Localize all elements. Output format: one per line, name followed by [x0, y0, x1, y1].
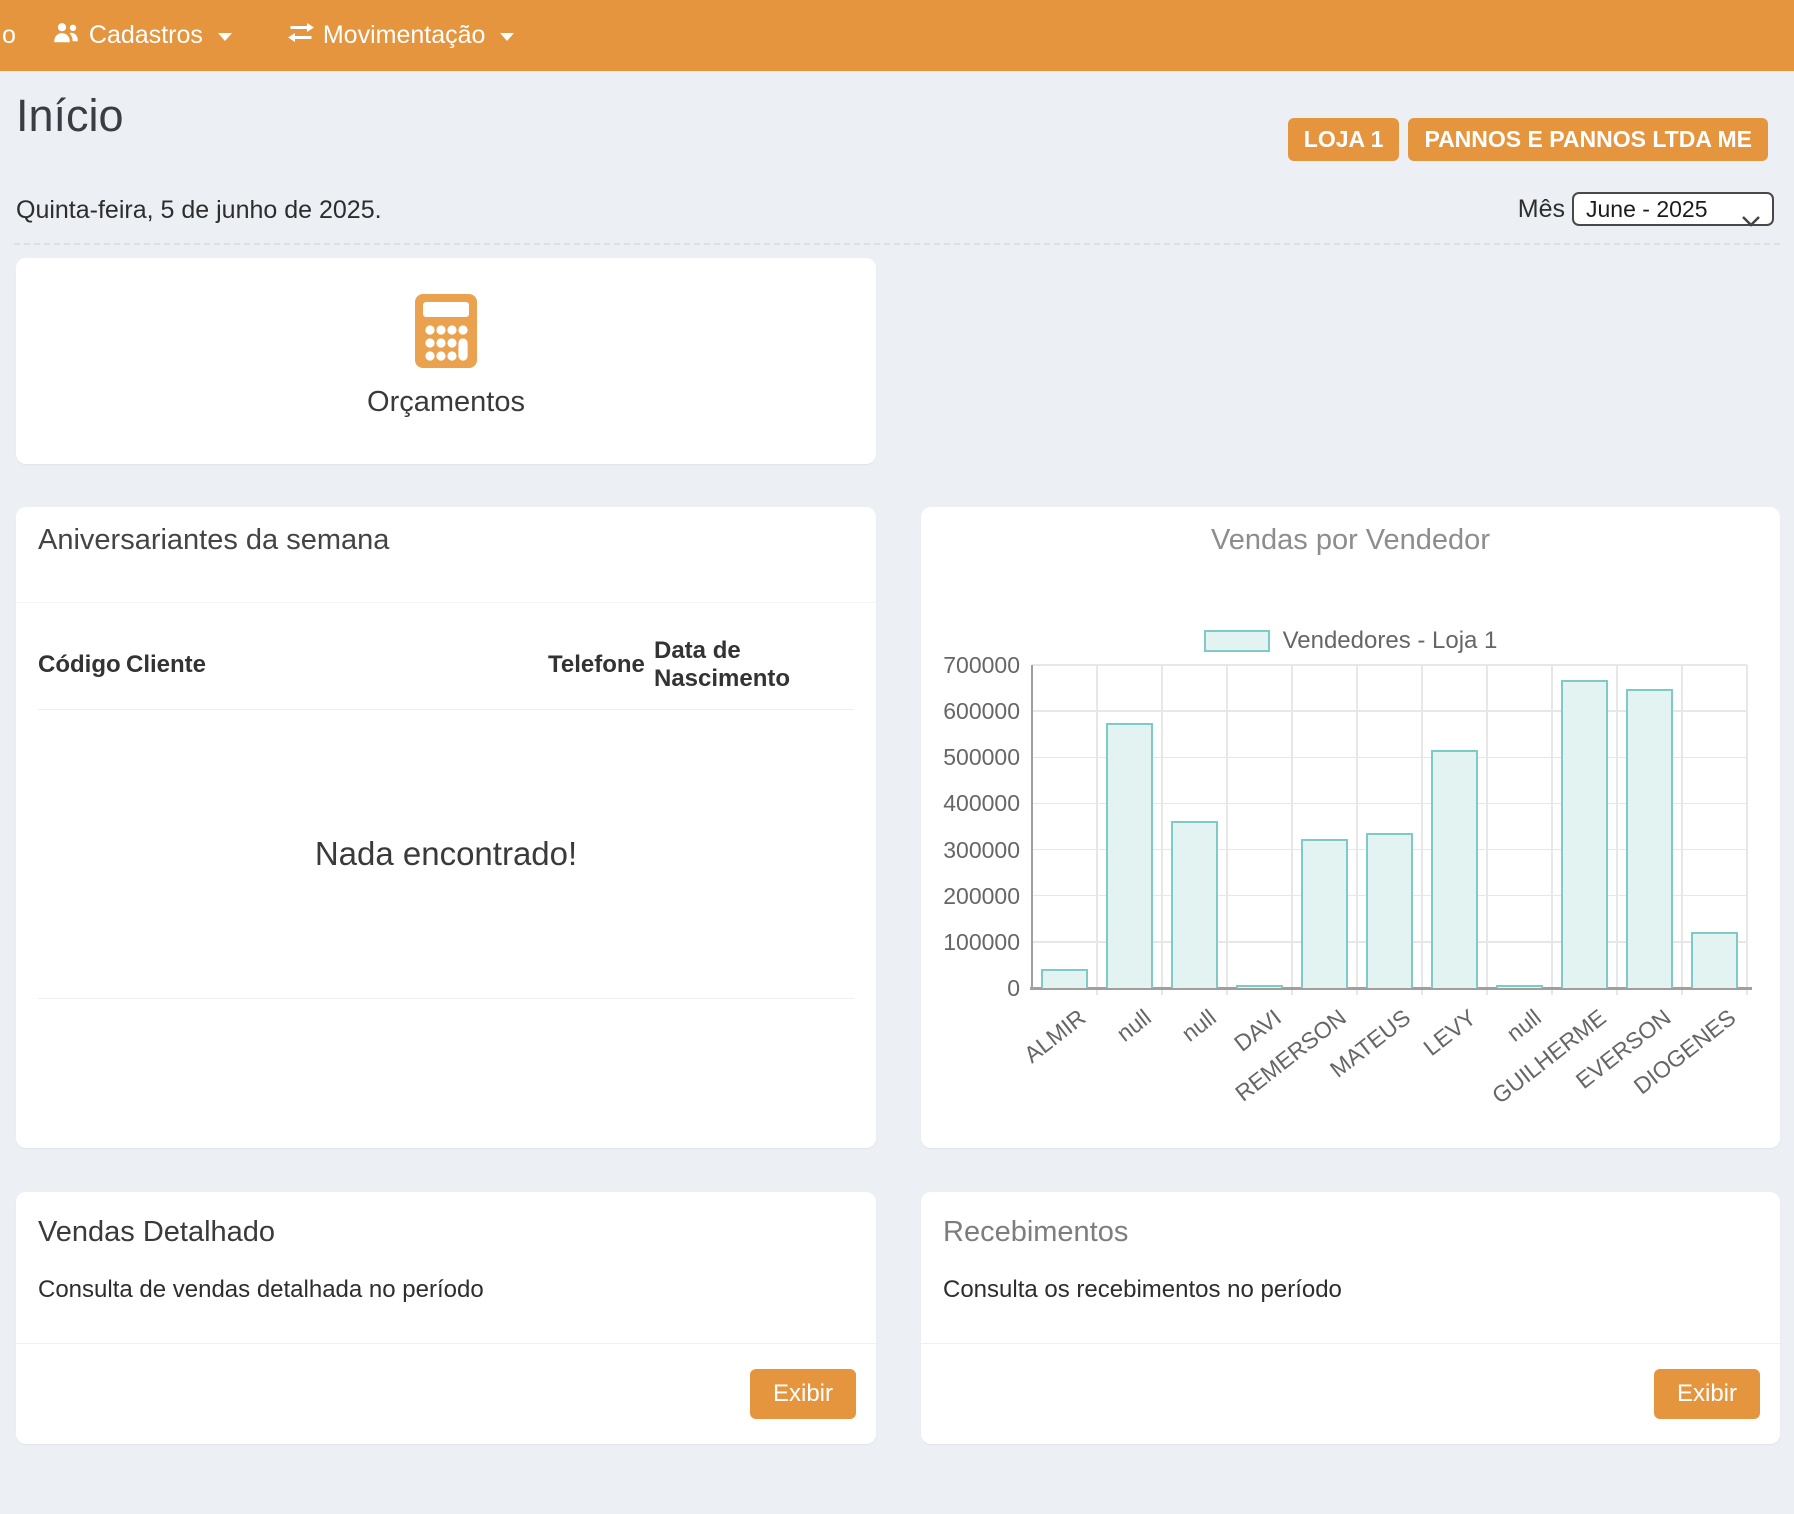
column-header-nascimento: Data de Nascimento — [654, 623, 854, 710]
chevron-down-icon — [218, 33, 232, 41]
exchange-icon — [288, 21, 314, 50]
legend-label: Vendedores - Loja 1 — [1283, 627, 1498, 655]
company-button[interactable]: PANNOS E PANNOS LTDA ME — [1408, 118, 1768, 161]
legend-swatch — [1204, 630, 1270, 652]
x-tick-label-1: null — [1111, 1004, 1156, 1047]
sales-chart-card: Vendas por Vendedor Vendedores - Loja 1 … — [921, 507, 1780, 1148]
y-tick-label: 700000 — [920, 652, 1020, 679]
column-header-codigo: Código — [38, 623, 126, 710]
month-select[interactable]: June - 2025 — [1572, 192, 1774, 226]
chevron-down-icon — [1742, 206, 1760, 233]
empty-row: Nada encontrado! — [38, 710, 854, 999]
nav-item-cadastros[interactable]: Cadastros — [52, 21, 232, 50]
month-label: Mês — [1518, 195, 1565, 224]
column-header-telefone: Telefone — [548, 623, 654, 710]
chart-legend[interactable]: Vendedores - Loja 1 — [921, 627, 1780, 655]
x-tick-label-6: LEVY — [1418, 1004, 1481, 1061]
bar-mateus-5 — [1366, 833, 1413, 988]
sales-detail-title: Vendas Detalhado — [16, 1192, 876, 1249]
x-tick-label-2: null — [1176, 1004, 1221, 1047]
sales-detail-description: Consulta de vendas detalhada no período — [16, 1249, 876, 1304]
nav-item-movimentacao[interactable]: Movimentação — [288, 21, 515, 50]
y-tick-label: 0 — [920, 975, 1020, 1002]
bar-chart-plot — [1032, 665, 1747, 988]
store-button-loja1[interactable]: LOJA 1 — [1288, 118, 1400, 161]
bar-null-2 — [1171, 821, 1218, 988]
bar-remerson-4 — [1301, 839, 1348, 988]
y-tick-label: 500000 — [920, 744, 1020, 771]
y-tick-label: 100000 — [920, 929, 1020, 956]
column-header-cliente: Cliente — [126, 623, 548, 710]
receipts-title: Recebimentos — [921, 1192, 1780, 1249]
y-tick-label: 400000 — [920, 790, 1020, 817]
top-navbar: o Cadastros Movimentação — [0, 0, 1794, 71]
bar-diogenes-10 — [1691, 932, 1738, 988]
birthdays-card-title: Aniversariantes da semana — [16, 507, 876, 603]
x-tick-label-7: null — [1501, 1004, 1546, 1047]
empty-message: Nada encontrado! — [38, 710, 854, 999]
receipts-description: Consulta os recebimentos no período — [921, 1249, 1780, 1304]
y-tick-label: 300000 — [920, 837, 1020, 864]
calculator-icon — [415, 294, 477, 373]
bar-everson-9 — [1626, 689, 1673, 988]
receipts-exibir-button[interactable]: Exibir — [1654, 1369, 1760, 1419]
x-tick-label-0: ALMIR — [1019, 1004, 1091, 1069]
orcamentos-label: Orçamentos — [367, 386, 525, 419]
dashed-separator — [14, 243, 1780, 245]
receipts-card: Recebimentos Consulta os recebimentos no… — [921, 1192, 1780, 1444]
chart-y-labels: 0100000200000300000400000500000600000700… — [920, 665, 1020, 988]
bar-null-1 — [1106, 723, 1153, 988]
y-tick-label: 600000 — [920, 698, 1020, 725]
nav-item-partial[interactable]: o — [2, 21, 16, 50]
bar-levy-6 — [1431, 750, 1478, 988]
nav-item-label: Cadastros — [89, 21, 203, 50]
chevron-down-icon — [500, 33, 514, 41]
page-title: Início — [16, 90, 124, 142]
month-control: Mês June - 2025 — [1518, 192, 1774, 226]
bar-chart: 0100000200000300000400000500000600000700… — [1032, 665, 1747, 988]
nav-item-label: Movimentação — [323, 21, 486, 50]
birthdays-table-header-row: Código Cliente Telefone Data de Nascimen… — [38, 623, 854, 710]
chart-title: Vendas por Vendedor — [921, 507, 1780, 557]
bar-guilherme-8 — [1561, 680, 1608, 988]
sales-exibir-button[interactable]: Exibir — [750, 1369, 856, 1419]
month-select-value: June - 2025 — [1586, 196, 1707, 223]
sales-detail-card: Vendas Detalhado Consulta de vendas deta… — [16, 1192, 876, 1444]
orcamentos-card[interactable]: Orçamentos — [16, 258, 876, 464]
birthdays-table: Código Cliente Telefone Data de Nascimen… — [38, 623, 854, 999]
birthdays-card: Aniversariantes da semana Código Cliente… — [16, 507, 876, 1148]
y-tick-label: 200000 — [920, 883, 1020, 910]
bar-almir-0 — [1041, 969, 1088, 988]
chart-x-labels: ALMIRnullnullDAVIREMERSONMATEUSLEVYnullG… — [1032, 988, 1747, 1078]
sales-detail-footer: Exibir — [16, 1343, 876, 1444]
birthdays-card-body: Código Cliente Telefone Data de Nascimen… — [16, 603, 876, 999]
current-date-text: Quinta-feira, 5 de junho de 2025. — [16, 196, 382, 225]
users-icon — [52, 21, 80, 50]
receipts-footer: Exibir — [921, 1343, 1780, 1444]
store-buttons: LOJA 1 PANNOS E PANNOS LTDA ME — [1288, 118, 1768, 161]
